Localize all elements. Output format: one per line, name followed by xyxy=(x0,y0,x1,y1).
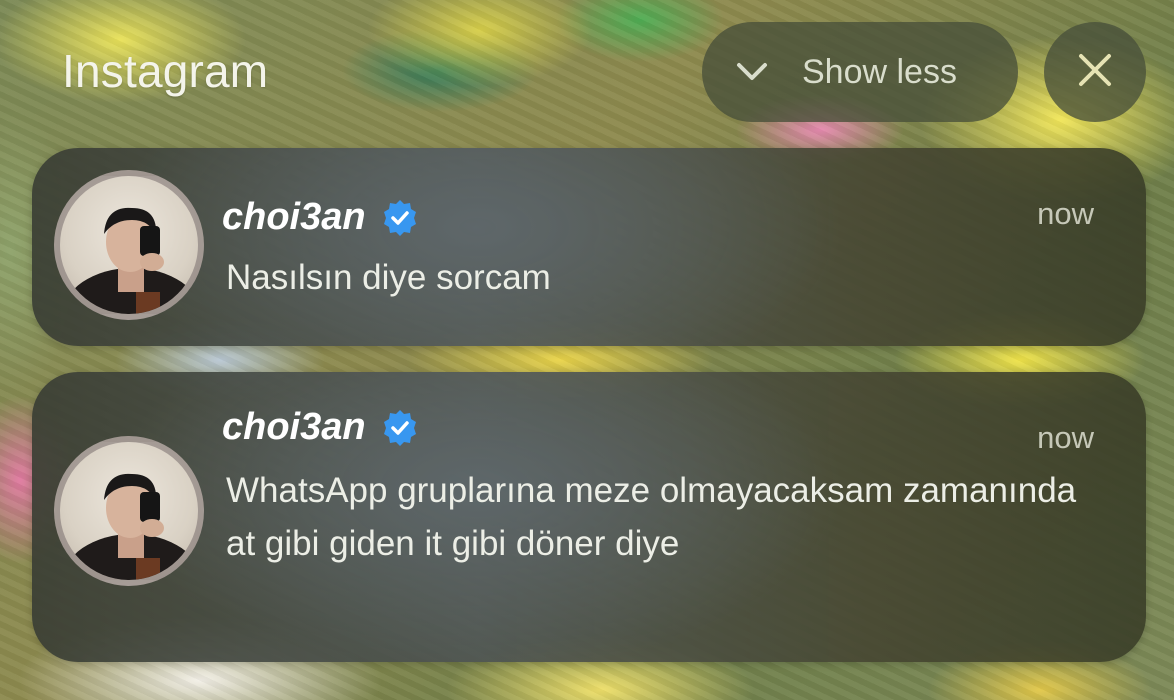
show-less-label: Show less xyxy=(802,52,957,91)
message-text: WhatsApp gruplarına meze olmayacaksam za… xyxy=(226,471,1077,563)
close-button[interactable] xyxy=(1044,22,1146,122)
avatar xyxy=(54,436,204,586)
avatar xyxy=(54,170,204,320)
sender-row: choi3an xyxy=(222,196,420,239)
sender-row: choi3an xyxy=(222,406,420,449)
close-icon xyxy=(1077,52,1113,93)
sender-name: choi3an xyxy=(222,196,366,238)
sender-name: choi3an xyxy=(222,406,366,448)
notification-card[interactable]: choi3an now Nasılsın diye sorcam xyxy=(32,148,1146,346)
verified-badge-icon xyxy=(380,408,420,448)
app-title: Instagram xyxy=(62,45,269,97)
verified-badge-icon xyxy=(380,198,420,238)
message-text: Nasılsın diye sorcam xyxy=(226,258,551,297)
timestamp: now xyxy=(1037,420,1094,455)
timestamp: now xyxy=(1037,196,1094,231)
chevron-down-icon xyxy=(732,52,772,92)
notification-card[interactable]: choi3an now WhatsApp gruplarına meze olm… xyxy=(32,372,1146,662)
show-less-button[interactable]: Show less xyxy=(702,22,1018,122)
